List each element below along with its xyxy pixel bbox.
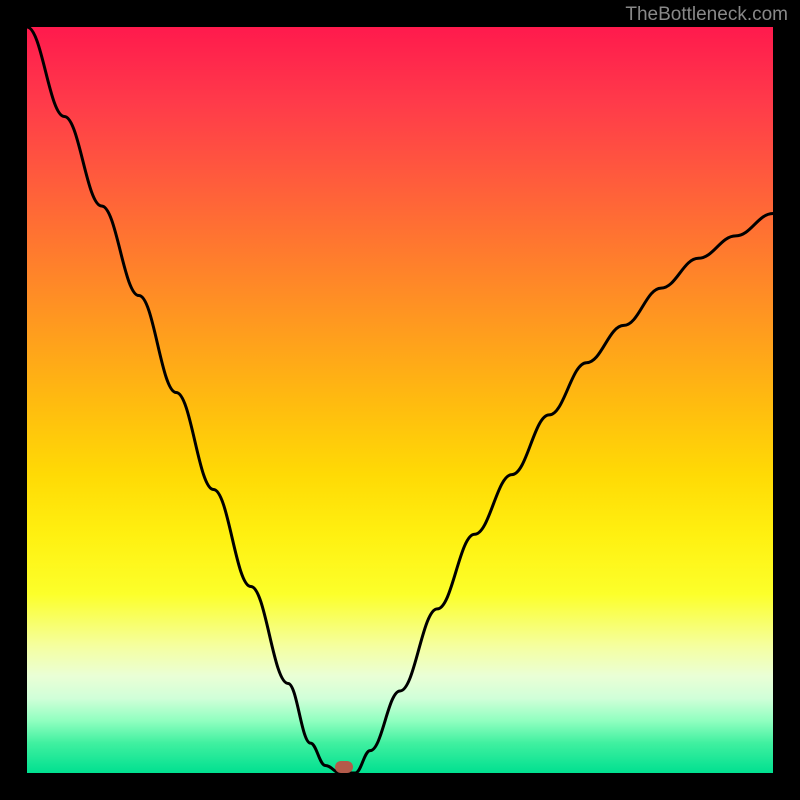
watermark-text: TheBottleneck.com <box>625 4 788 26</box>
optimal-point-marker <box>335 761 353 773</box>
bottleneck-curve <box>27 27 773 773</box>
chart-plot-area <box>27 27 773 773</box>
